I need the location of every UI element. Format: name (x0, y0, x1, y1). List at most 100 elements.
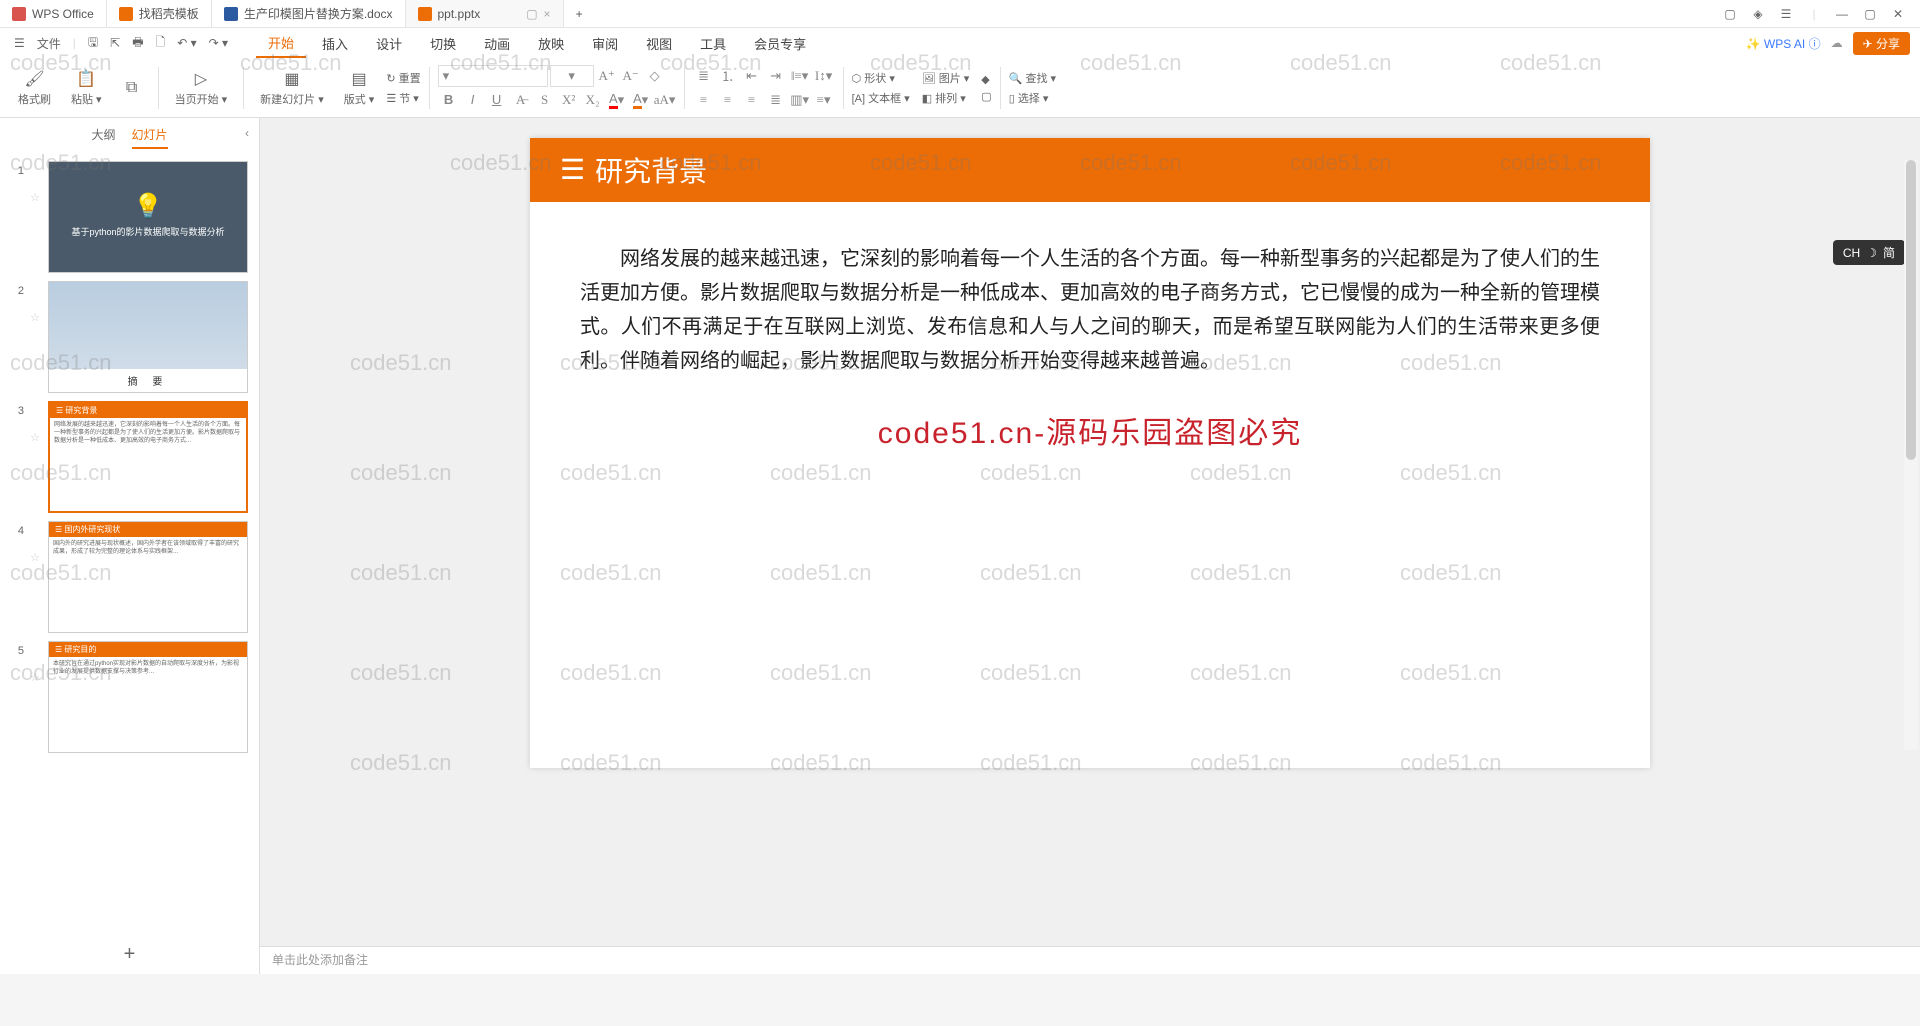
undo-icon[interactable]: ↶ ▾ (173, 36, 200, 50)
slide-thumb-5[interactable]: ☰ 研究目的 本研究旨在通过python实现对影片数据的自动爬取与深度分析，为影… (48, 641, 248, 753)
app-home-tab[interactable]: WPS Office (0, 0, 107, 27)
superscript-button[interactable]: X² (558, 89, 580, 111)
menu-slideshow[interactable]: 放映 (526, 30, 576, 57)
paste-button[interactable]: 📋粘贴 ▾ (63, 69, 110, 107)
slide-thumb-3[interactable]: ☰ 研究背景 网络发展的越来越迅速，它深刻的影响着每一个人生活的各个方面。每一种… (48, 401, 248, 513)
vertical-scrollbar[interactable] (1904, 160, 1918, 750)
thumb-body: 网络发展的越来越迅速，它深刻的影响着每一个人生活的各个方面。每一种新型事务的兴起… (50, 418, 246, 449)
underline-button[interactable]: U (486, 89, 508, 111)
find-button[interactable]: 🔍 查找 ▾ (1009, 70, 1056, 86)
copy-button[interactable]: ⧉ (114, 78, 150, 98)
tab-window-icon[interactable]: ▢ (526, 7, 537, 21)
cloud-icon[interactable]: ☁ (1831, 36, 1843, 50)
wps-ai-button[interactable]: ✨ WPS AI ⓘ (1746, 35, 1821, 52)
menu-tools[interactable]: 工具 (688, 30, 738, 57)
format-painter-button[interactable]: 🖌格式刷 (10, 69, 59, 107)
clear-format-button[interactable]: ◇ (644, 65, 666, 87)
reset-button[interactable]: ↻ 重置 (386, 70, 420, 86)
grow-font-button[interactable]: A⁺ (596, 65, 618, 87)
doc-tab-docx[interactable]: 生产印模图片替换方案.docx (212, 0, 406, 27)
ime-indicator[interactable]: CH ☽ 简 (1833, 240, 1905, 265)
menu-insert[interactable]: 插入 (310, 30, 360, 57)
image-button[interactable]: 🖼 图片 ▾ (922, 70, 970, 86)
collapse-panel-icon[interactable]: ‹ (245, 126, 249, 140)
notes-pane[interactable]: 单击此处添加备注 (260, 946, 1920, 974)
slide-thumb-4[interactable]: ☰ 国内外研究现状 国内外的研究进展与现状概述，国内外学者在该领域取得了丰富的研… (48, 521, 248, 633)
current-slide[interactable]: ☰ 研究背景 网络发展的越来越迅速，它深刻的影响着每一个人生活的各个方面。每一种… (530, 138, 1650, 768)
select-button[interactable]: ▯ 选择 ▾ (1009, 90, 1056, 106)
shape-button[interactable]: ⬡ 形状 ▾ (852, 70, 910, 86)
align-left-button[interactable]: ≡ (693, 89, 715, 111)
menu-review[interactable]: 审阅 (580, 30, 630, 57)
redo-icon[interactable]: ↷ ▾ (205, 36, 232, 50)
shrink-font-button[interactable]: A⁻ (620, 65, 642, 87)
minimize-icon[interactable]: — (1832, 4, 1852, 24)
layout-button[interactable]: ▤版式 ▾ (336, 69, 383, 107)
vert-align-button[interactable]: ≡▾ (813, 89, 835, 111)
menu-transition[interactable]: 切换 (418, 30, 468, 57)
from-current-button[interactable]: ▷当页开始 ▾ (167, 69, 236, 107)
bullets-button[interactable]: ≣ (693, 65, 715, 87)
file-menu[interactable]: 文件 (33, 35, 65, 52)
fill-button[interactable]: ◆ (981, 73, 991, 86)
window-icon1[interactable]: ▢ (1720, 4, 1740, 24)
window-icon2[interactable]: ◈ (1748, 4, 1768, 24)
doc-tab-templates[interactable]: 找稻壳模板 (107, 0, 212, 27)
menu-view[interactable]: 视图 (634, 30, 684, 57)
thumb-item[interactable]: 4 ☆ ☰ 国内外研究现状 国内外的研究进展与现状概述，国内外学者在该领域取得了… (10, 521, 249, 633)
font-family-select[interactable]: ▾ (438, 65, 548, 87)
shadow-button[interactable]: S (534, 89, 556, 111)
bold-button[interactable]: B (438, 89, 460, 111)
slide-thumb-2[interactable]: 摘 要 (48, 281, 248, 393)
slide-body[interactable]: 网络发展的越来越迅速，它深刻的影响着每一个人生活的各个方面。每一种新型事务的兴起… (530, 202, 1650, 418)
indent-dec-button[interactable]: ⇤ (741, 65, 763, 87)
strike-button[interactable]: A̶ (510, 89, 532, 111)
menu-design[interactable]: 设计 (364, 30, 414, 57)
save-icon[interactable]: 🖫 (84, 33, 102, 54)
italic-button[interactable]: I (462, 89, 484, 111)
slide-thumb-1[interactable]: 💡 基于python的影片数据爬取与数据分析 (48, 161, 248, 273)
line-spacing-button[interactable]: ‖≡▾ (789, 65, 811, 87)
section-button[interactable]: ☰ 节 ▾ (386, 90, 420, 106)
thumb-item[interactable]: 5 ☆ ☰ 研究目的 本研究旨在通过python实现对影片数据的自动爬取与深度分… (10, 641, 249, 753)
align-justify-button[interactable]: ≣ (765, 89, 787, 111)
text-direction-button[interactable]: I↕▾ (813, 65, 835, 87)
subscript-button[interactable]: X₂ (582, 89, 604, 111)
menu-animation[interactable]: 动画 (472, 30, 522, 57)
slide-title-bar[interactable]: ☰ 研究背景 (530, 138, 1650, 202)
font-size-select[interactable]: ▾ (550, 65, 594, 87)
thumb-item[interactable]: 3 ☆ ☰ 研究背景 网络发展的越来越迅速，它深刻的影响着每一个人生活的各个方面… (10, 401, 249, 513)
scrollbar-thumb[interactable] (1906, 160, 1916, 460)
align-right-button[interactable]: ≡ (741, 89, 763, 111)
align-center-button[interactable]: ≡ (717, 89, 739, 111)
tab-slides[interactable]: 幻灯片 (132, 126, 168, 149)
share-button[interactable]: ✈ 分享 (1853, 32, 1910, 55)
doc-tab-pptx[interactable]: ppt.pptx ▢ × (406, 0, 564, 27)
new-tab-button[interactable]: + (564, 0, 595, 27)
columns-button[interactable]: ▥▾ (789, 89, 811, 111)
numbering-button[interactable]: ⒈ (717, 65, 739, 87)
outline-button[interactable]: ▢ (981, 90, 991, 103)
arrange-button[interactable]: ◧ 排列 ▾ (922, 90, 970, 106)
menu-vip[interactable]: 会员专享 (742, 30, 818, 57)
textbox-button[interactable]: [A] 文本框 ▾ (852, 90, 910, 106)
thumb-item[interactable]: 2 ☆ 摘 要 (10, 281, 249, 393)
tab-close-icon[interactable]: × (544, 7, 551, 21)
maximize-icon[interactable]: ▢ (1860, 4, 1880, 24)
print-icon[interactable]: 🖶 (128, 33, 147, 54)
highlight-button[interactable]: A▾ (630, 89, 652, 111)
hamburger-icon[interactable]: ☰ (10, 36, 29, 50)
change-case-button[interactable]: aA▾ (654, 89, 676, 111)
preview-icon[interactable]: 🗋 (152, 33, 170, 54)
slide-canvas[interactable]: ☰ 研究背景 网络发展的越来越迅速，它深刻的影响着每一个人生活的各个方面。每一种… (260, 118, 1920, 946)
add-slide-button[interactable]: + (0, 935, 259, 974)
font-color-button[interactable]: A▾ (606, 89, 628, 111)
tab-outline[interactable]: 大纲 (91, 126, 115, 149)
thumb-item[interactable]: 1 ☆ 💡 基于python的影片数据爬取与数据分析 (10, 161, 249, 273)
export-icon[interactable]: ⇱ (106, 36, 124, 50)
close-icon[interactable]: ✕ (1888, 4, 1908, 24)
menu-start[interactable]: 开始 (256, 29, 306, 58)
indent-inc-button[interactable]: ⇥ (765, 65, 787, 87)
new-slide-button[interactable]: ▦新建幻灯片 ▾ (252, 69, 332, 107)
window-icon3[interactable]: ☰ (1776, 4, 1796, 24)
